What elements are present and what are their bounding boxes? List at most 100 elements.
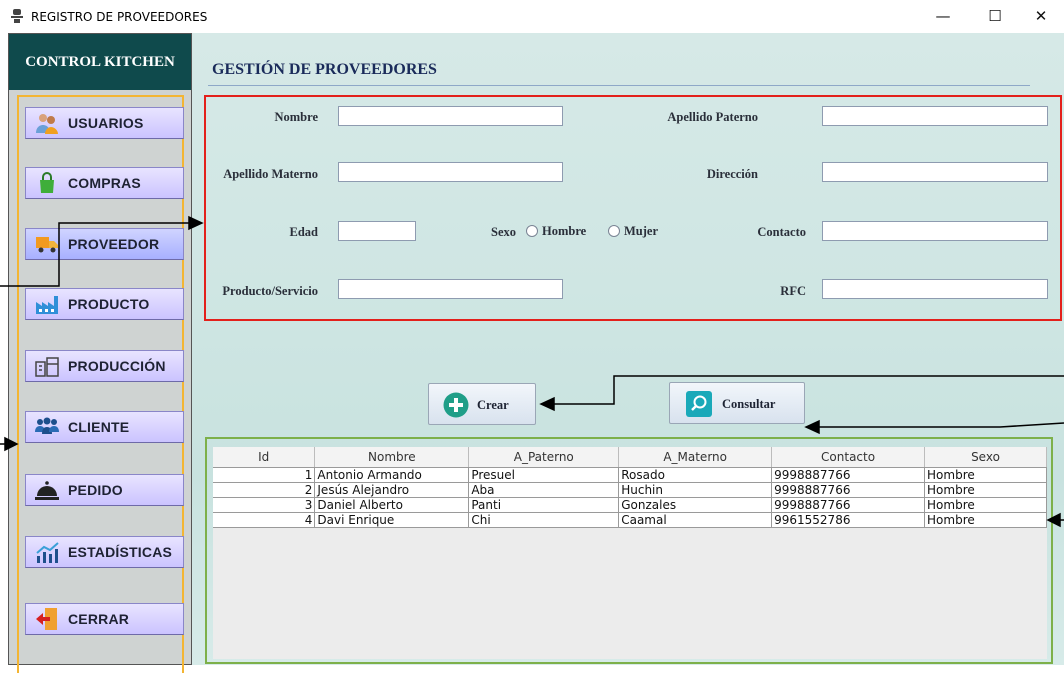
- sidebar-item-label: PRODUCTO: [68, 296, 150, 312]
- maximize-button[interactable]: ☐: [972, 0, 1018, 33]
- window-title: REGISTRO DE PROVEEDORES: [31, 10, 208, 24]
- sidebar-item-label: COMPRAS: [68, 175, 141, 191]
- hombre-radio-label: Hombre: [542, 224, 587, 238]
- cell-contacto: 9998887766: [771, 467, 926, 483]
- close-button[interactable]: ✕: [1018, 0, 1064, 33]
- exit-icon: [36, 608, 57, 630]
- hombre-radio[interactable]: [526, 225, 538, 237]
- cell-contacto: 9998887766: [771, 482, 926, 498]
- mujer-radio-label: Mujer: [624, 224, 659, 238]
- sidebar-item-label: PRODUCCIÓN: [68, 358, 166, 374]
- cell-contacto: 9998887766: [771, 497, 926, 513]
- rfc-label: RFC: [780, 284, 806, 298]
- sidebar-item-proveedor[interactable]: PROVEEDOR: [25, 228, 184, 260]
- sidebar-item-cerrar[interactable]: CERRAR: [25, 603, 184, 635]
- sidebar-item-compras[interactable]: COMPRAS: [25, 167, 184, 199]
- consultar-button[interactable]: Consultar: [669, 382, 805, 424]
- app-icon: [11, 9, 23, 23]
- table-row[interactable]: 4 Davi Enrique Chi Caamal 9961552786 Hom…: [213, 512, 1047, 528]
- consultar-button-label: Consultar: [722, 397, 776, 411]
- column-header-id[interactable]: Id: [213, 447, 316, 468]
- cell-nombre: Antonio Armando: [314, 467, 470, 483]
- sidebar-item-producto[interactable]: PRODUCTO: [25, 288, 184, 320]
- sidebar-item-label: CLIENTE: [68, 419, 130, 435]
- sidebar-item-pedido[interactable]: PEDIDO: [25, 474, 184, 506]
- cell-a-paterno: Chi: [468, 512, 620, 528]
- column-header-contacto[interactable]: Contacto: [771, 447, 926, 468]
- brand-title: CONTROL KITCHEN: [25, 54, 175, 70]
- rfc-input[interactable]: [822, 279, 1048, 299]
- clients-icon: [35, 417, 59, 434]
- table-row[interactable]: 3 Daniel Alberto Panti Gonzales 99988877…: [213, 497, 1047, 513]
- sidebar-item-label: PEDIDO: [68, 482, 123, 498]
- sidebar-item-usuarios[interactable]: USUARIOS: [25, 107, 184, 139]
- cell-a-materno: Caamal: [618, 512, 773, 528]
- direccion-label: Dirección: [706, 167, 758, 181]
- cell-sexo: Hombre: [924, 512, 1047, 528]
- column-header-nombre[interactable]: Nombre: [314, 447, 470, 468]
- sidebar-item-label: ESTADÍSTICAS: [68, 544, 173, 560]
- title-bar: REGISTRO DE PROVEEDORES — ☐ ✕: [0, 0, 1064, 33]
- table-frame: Id Nombre A_Paterno A_Materno Contacto S…: [205, 437, 1053, 664]
- cell-id: 3: [213, 497, 316, 513]
- table-row[interactable]: 1 Antonio Armando Presuel Rosado 9998887…: [213, 467, 1047, 483]
- cell-a-paterno: Presuel: [468, 467, 620, 483]
- column-header-a-paterno[interactable]: A_Paterno: [468, 447, 620, 468]
- producto-servicio-label: Producto/Servicio: [222, 284, 318, 298]
- cell-sexo: Hombre: [924, 482, 1047, 498]
- cell-sexo: Hombre: [924, 467, 1047, 483]
- cell-nombre: Davi Enrique: [314, 512, 470, 528]
- cell-a-materno: Rosado: [618, 467, 773, 483]
- sexo-label: Sexo: [491, 225, 516, 239]
- contacto-label: Contacto: [757, 225, 806, 239]
- crear-button[interactable]: Crear: [428, 383, 536, 425]
- crear-button-label: Crear: [477, 398, 509, 412]
- column-header-sexo[interactable]: Sexo: [924, 447, 1047, 468]
- cell-a-paterno: Panti: [468, 497, 620, 513]
- sidebar: CONTROL KITCHEN USUARIOS COMPRAS PROVEED…: [8, 33, 192, 673]
- title-divider: [208, 85, 1030, 86]
- search-icon: [686, 391, 712, 417]
- apellido-materno-input[interactable]: [338, 162, 563, 182]
- cell-id: 4: [213, 512, 316, 528]
- results-table: Id Nombre A_Paterno A_Materno Contacto S…: [213, 447, 1047, 528]
- cell-nombre: Daniel Alberto: [314, 497, 470, 513]
- truck-icon: [36, 237, 58, 253]
- shopping-bag-icon: [40, 172, 54, 193]
- nombre-label: Nombre: [274, 110, 318, 124]
- chart-icon: [36, 542, 59, 563]
- cell-a-materno: Gonzales: [618, 497, 773, 513]
- mujer-radio[interactable]: [608, 225, 620, 237]
- sidebar-item-produccion[interactable]: PRODUCCIÓN: [25, 350, 184, 382]
- sidebar-item-label: PROVEEDOR: [68, 236, 160, 252]
- cell-a-paterno: Aba: [468, 482, 620, 498]
- cell-contacto: 9961552786: [771, 512, 926, 528]
- sidebar-item-estadisticas[interactable]: ESTADÍSTICAS: [25, 536, 184, 568]
- table-header-row: Id Nombre A_Paterno A_Materno Contacto S…: [213, 447, 1047, 468]
- apellido-paterno-input[interactable]: [822, 106, 1048, 126]
- contacto-input[interactable]: [822, 221, 1048, 241]
- sidebar-item-label: USUARIOS: [68, 115, 144, 131]
- direccion-input[interactable]: [822, 162, 1048, 182]
- table-row[interactable]: 2 Jesús Alejandro Aba Huchin 9998887766 …: [213, 482, 1047, 498]
- cell-id: 2: [213, 482, 316, 498]
- factory-icon: [36, 296, 58, 314]
- cell-nombre: Jesús Alejandro: [314, 482, 470, 498]
- column-header-a-materno[interactable]: A_Materno: [618, 447, 773, 468]
- main-panel: GESTIÓN DE PROVEEDORES Nombre Apellido P…: [192, 33, 1064, 665]
- cell-sexo: Hombre: [924, 497, 1047, 513]
- edad-input[interactable]: [338, 221, 416, 241]
- sidebar-item-cliente[interactable]: CLIENTE: [25, 411, 184, 443]
- production-icon: [35, 357, 59, 377]
- sidebar-item-label: CERRAR: [68, 611, 130, 627]
- cell-a-materno: Huchin: [618, 482, 773, 498]
- nombre-input[interactable]: [338, 106, 563, 126]
- edad-label: Edad: [289, 225, 319, 239]
- producto-servicio-input[interactable]: [338, 279, 563, 299]
- minimize-button[interactable]: —: [920, 0, 966, 33]
- page-title: GESTIÓN DE PROVEEDORES: [212, 61, 437, 78]
- results-table-area: Id Nombre A_Paterno A_Materno Contacto S…: [213, 447, 1047, 659]
- users-icon: [36, 114, 58, 134]
- apellido-paterno-label: Apellido Paterno: [667, 110, 758, 124]
- plus-icon: [443, 392, 469, 418]
